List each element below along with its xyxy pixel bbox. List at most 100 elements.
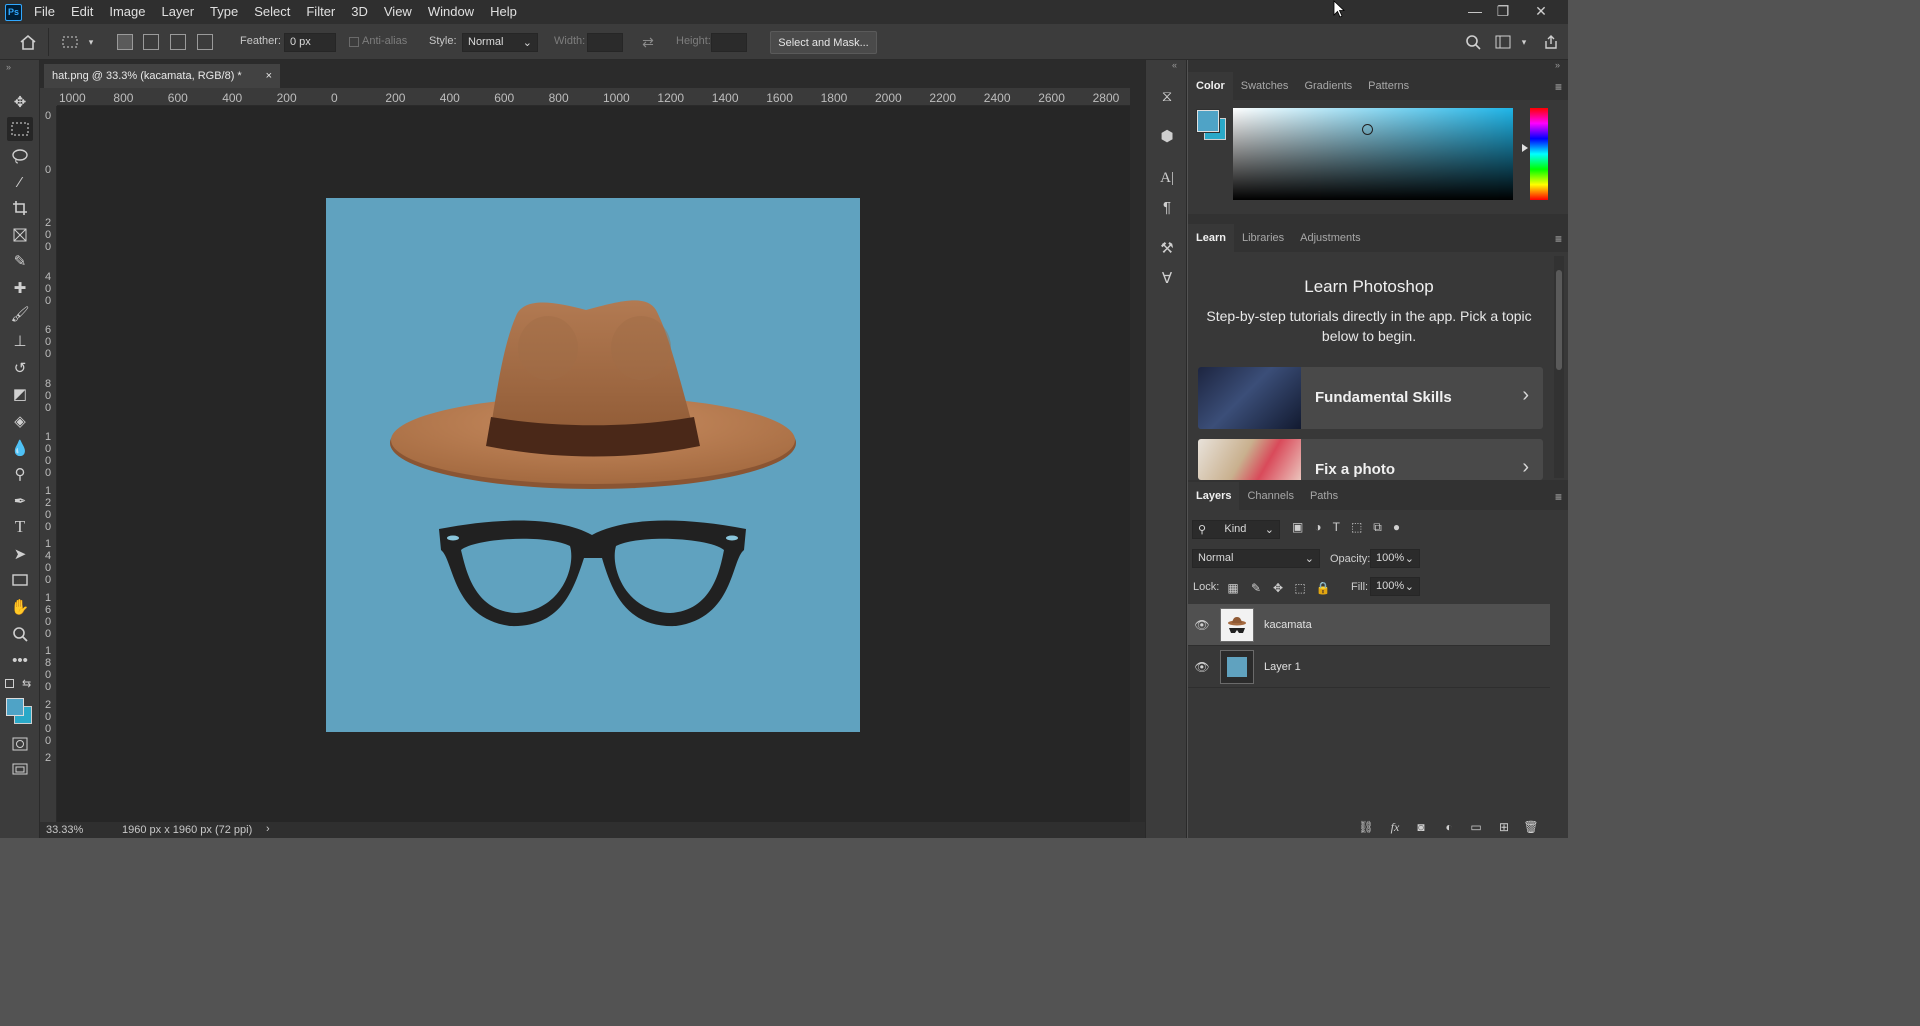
- home-icon[interactable]: [18, 32, 38, 52]
- panel-menu-icon[interactable]: ≡: [1555, 80, 1562, 94]
- tab-libraries[interactable]: Libraries: [1234, 224, 1292, 252]
- lock-position-icon[interactable]: ✥: [1271, 581, 1285, 595]
- opacity-input[interactable]: 100% ⌄: [1370, 549, 1420, 568]
- pen-tool-icon[interactable]: ✒: [7, 489, 33, 513]
- menu-filter[interactable]: Filter: [298, 0, 343, 24]
- type-tool-icon[interactable]: T: [7, 515, 33, 539]
- intersect-selection-icon[interactable]: [197, 34, 213, 50]
- panel-menu-icon[interactable]: ≡: [1555, 232, 1562, 246]
- history-panel-icon[interactable]: ⧖: [1155, 84, 1179, 108]
- menu-select[interactable]: Select: [246, 0, 298, 24]
- restore-button[interactable]: ❐: [1488, 0, 1518, 22]
- menu-file[interactable]: File: [26, 0, 63, 24]
- feather-input[interactable]: 0 px: [284, 33, 336, 52]
- adjustment-layer-icon[interactable]: ◐: [1440, 820, 1458, 834]
- hue-slider-marker[interactable]: [1522, 144, 1528, 152]
- swap-icon[interactable]: ⇄: [638, 32, 658, 52]
- magic-wand-icon[interactable]: ⁄: [7, 170, 33, 194]
- lock-transparent-icon[interactable]: ▦: [1226, 581, 1240, 595]
- tab-gradients[interactable]: Gradients: [1296, 72, 1360, 100]
- style-select[interactable]: Normal ⌄: [462, 33, 538, 52]
- hue-slider[interactable]: [1530, 108, 1548, 200]
- tab-patterns[interactable]: Patterns: [1360, 72, 1417, 100]
- collapse-icon[interactable]: «: [1172, 60, 1177, 70]
- learn-card-fundamental-skills[interactable]: Fundamental Skills ›: [1198, 367, 1543, 429]
- menu-layer[interactable]: Layer: [154, 0, 203, 24]
- quick-mask-icon[interactable]: [7, 732, 33, 756]
- zoom-level[interactable]: 33.33%: [46, 824, 83, 836]
- menu-view[interactable]: View: [376, 0, 420, 24]
- height-input[interactable]: [711, 33, 747, 52]
- visibility-eye-icon[interactable]: 👁: [1188, 660, 1216, 674]
- add-selection-icon[interactable]: [143, 34, 159, 50]
- collapse-icon[interactable]: »: [1555, 60, 1560, 70]
- marquee-preset-icon[interactable]: [60, 32, 80, 52]
- menu-edit[interactable]: Edit: [63, 0, 101, 24]
- share-icon[interactable]: [1541, 32, 1561, 52]
- menu-window[interactable]: Window: [420, 0, 482, 24]
- paragraph-panel-icon[interactable]: ¶: [1155, 195, 1179, 219]
- swap-colors-icon[interactable]: ⇆: [22, 677, 31, 690]
- tab-learn[interactable]: Learn: [1188, 224, 1234, 252]
- crop-tool-icon[interactable]: [7, 196, 33, 220]
- minimize-button[interactable]: —: [1460, 0, 1490, 22]
- layer-name[interactable]: kacamata: [1264, 619, 1312, 631]
- layer-row-layer-1[interactable]: 👁 Layer 1: [1188, 646, 1550, 688]
- menu-help[interactable]: Help: [482, 0, 525, 24]
- antialias-checkbox[interactable]: [349, 37, 359, 47]
- close-window-button[interactable]: ✕: [1526, 0, 1556, 22]
- tab-adjustments[interactable]: Adjustments: [1292, 224, 1369, 252]
- menu-type[interactable]: Type: [202, 0, 246, 24]
- panel-menu-icon[interactable]: ≡: [1555, 490, 1562, 504]
- layer-row-kacamata[interactable]: 👁 kacamata: [1188, 604, 1550, 646]
- new-layer-icon[interactable]: ⊞: [1495, 820, 1513, 834]
- path-selection-icon[interactable]: ➤: [7, 542, 33, 566]
- menu-3d[interactable]: 3D: [343, 0, 376, 24]
- tab-layers[interactable]: Layers: [1188, 482, 1240, 510]
- 3d-panel-icon[interactable]: ⬢: [1155, 124, 1179, 148]
- lock-image-icon[interactable]: ✎: [1249, 581, 1263, 595]
- glyphs-panel-icon[interactable]: Ɐ: [1155, 266, 1179, 290]
- default-colors-icon[interactable]: [5, 679, 14, 688]
- tab-channels[interactable]: Channels: [1239, 482, 1301, 510]
- new-selection-icon[interactable]: [117, 34, 133, 50]
- brush-settings-icon[interactable]: ⚒: [1155, 236, 1179, 260]
- visibility-eye-icon[interactable]: 👁: [1188, 618, 1216, 632]
- color-field[interactable]: [1233, 108, 1513, 200]
- paint-bucket-icon[interactable]: ◈: [7, 409, 33, 433]
- tab-paths[interactable]: Paths: [1302, 482, 1346, 510]
- lock-all-icon[interactable]: 🔒: [1316, 581, 1331, 595]
- document-tab[interactable]: hat.png @ 33.3% (kacamata, RGB/8) * ×: [44, 64, 280, 88]
- stamp-tool-icon[interactable]: ⊥: [7, 329, 33, 353]
- smart-object-filter-icon[interactable]: ⧉: [1373, 520, 1382, 535]
- history-brush-icon[interactable]: ↺: [7, 356, 33, 380]
- fill-input[interactable]: 100% ⌄: [1370, 577, 1420, 596]
- tab-color[interactable]: Color: [1188, 72, 1233, 100]
- width-input[interactable]: [587, 33, 623, 52]
- close-tab-icon[interactable]: ×: [266, 70, 272, 82]
- blur-tool-icon[interactable]: 💧: [7, 436, 33, 460]
- more-tools-icon[interactable]: •••: [7, 648, 33, 672]
- screen-mode-icon[interactable]: [7, 758, 33, 782]
- foreground-color-swatch[interactable]: [6, 698, 24, 716]
- frame-tool-icon[interactable]: [7, 223, 33, 247]
- folder-icon[interactable]: ▭: [1467, 820, 1485, 834]
- tab-swatches[interactable]: Swatches: [1233, 72, 1297, 100]
- select-and-mask-button[interactable]: Select and Mask...: [770, 31, 877, 54]
- chevron-down-icon[interactable]: ▾: [84, 32, 98, 52]
- collapse-icon[interactable]: »: [6, 62, 11, 72]
- learn-scrollbar[interactable]: [1554, 256, 1564, 478]
- marquee-tool-icon[interactable]: [7, 117, 33, 141]
- adjustment-filter-icon[interactable]: ◑: [1314, 520, 1321, 535]
- chevron-down-icon[interactable]: ▾: [1518, 32, 1530, 52]
- eyedropper-icon[interactable]: ✎: [7, 249, 33, 273]
- canvas-scrollbar[interactable]: [1130, 88, 1145, 822]
- search-icon[interactable]: [1463, 32, 1483, 52]
- foreground-color-swatch[interactable]: [1196, 109, 1220, 133]
- menu-image[interactable]: Image: [101, 0, 153, 24]
- lasso-tool-icon[interactable]: [7, 144, 33, 168]
- status-menu-arrow[interactable]: ›: [266, 823, 270, 835]
- type-filter-icon[interactable]: T: [1333, 520, 1340, 535]
- document-canvas[interactable]: [326, 198, 860, 732]
- learn-card-fix-a-photo[interactable]: Fix a photo ›: [1198, 439, 1543, 480]
